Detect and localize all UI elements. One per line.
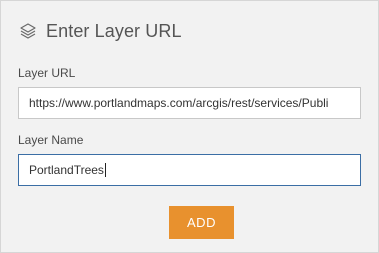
- add-button[interactable]: ADD: [169, 206, 234, 239]
- panel-header: Enter Layer URL: [18, 17, 182, 45]
- layer-url-label: Layer URL: [18, 66, 76, 80]
- panel-title: Enter Layer URL: [46, 20, 182, 41]
- layer-url-value: https://www.portlandmaps.com/arcgis/rest…: [29, 96, 329, 110]
- text-caret: [104, 163, 106, 177]
- layer-name-input[interactable]: PortlandTrees: [18, 154, 361, 186]
- layer-name-value: PortlandTrees: [29, 163, 104, 177]
- layer-url-input[interactable]: https://www.portlandmaps.com/arcgis/rest…: [18, 87, 361, 119]
- add-layer-panel: Enter Layer URL Layer URL https://www.po…: [0, 0, 379, 253]
- layer-name-label: Layer Name: [18, 133, 84, 147]
- layers-icon: [18, 21, 38, 41]
